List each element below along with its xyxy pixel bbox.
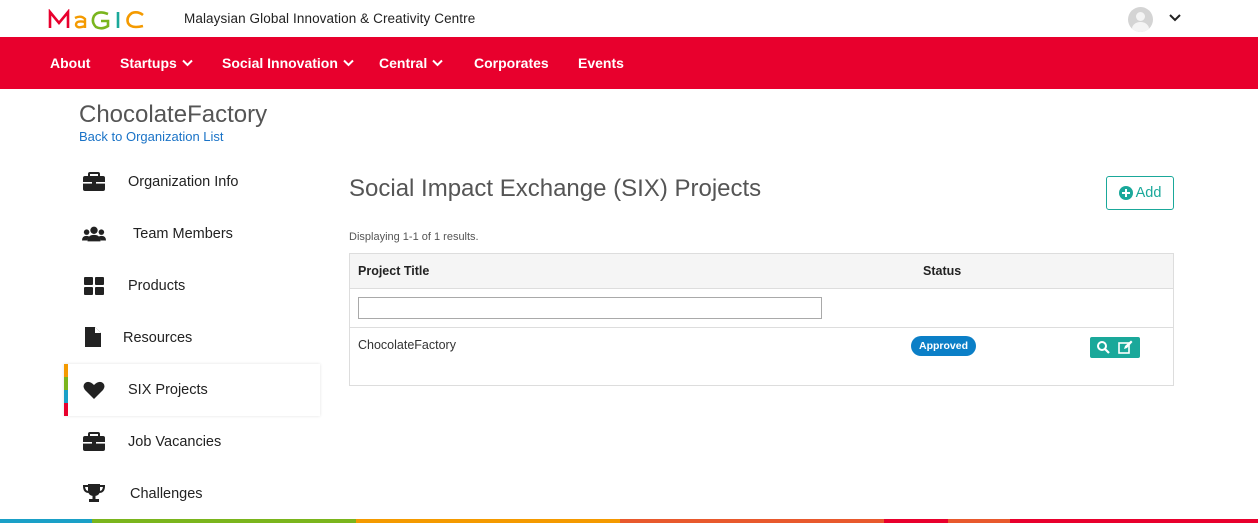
chevron-down-icon bbox=[343, 60, 354, 67]
avatar-body bbox=[1132, 22, 1149, 32]
nav-corporates[interactable]: Corporates bbox=[474, 37, 549, 89]
add-project-button[interactable]: Add bbox=[1106, 176, 1174, 210]
project-title-filter-input[interactable] bbox=[358, 297, 822, 319]
filter-row bbox=[350, 289, 1173, 328]
column-header-status[interactable]: Status bbox=[923, 264, 961, 278]
active-indicator bbox=[64, 364, 68, 416]
nav-events[interactable]: Events bbox=[578, 37, 624, 89]
column-header-project-title[interactable]: Project Title bbox=[358, 264, 429, 278]
users-icon bbox=[82, 226, 106, 242]
briefcase-icon bbox=[83, 432, 105, 451]
magic-logo[interactable] bbox=[48, 9, 168, 31]
chevron-down-icon[interactable] bbox=[1168, 11, 1182, 25]
sidebar-item-label: Products bbox=[128, 278, 186, 294]
plus-circle-icon bbox=[1118, 186, 1133, 200]
org-full-name: Malaysian Global Innovation & Creativity… bbox=[184, 11, 476, 26]
project-title-cell: ChocolateFactory bbox=[358, 338, 456, 352]
trophy-icon bbox=[82, 484, 106, 502]
sidebar-item-challenges[interactable]: Challenges bbox=[64, 468, 320, 520]
sidebar-item-six-projects[interactable]: SIX Projects bbox=[64, 364, 320, 416]
footer-color-stripe bbox=[0, 519, 1258, 523]
row-actions bbox=[1090, 337, 1140, 358]
sidebar-item-job-vacancies[interactable]: Job Vacancies bbox=[64, 416, 320, 468]
nav-central[interactable]: Central bbox=[379, 37, 443, 89]
briefcase-icon bbox=[83, 172, 105, 191]
sidebar-item-resources[interactable]: Resources bbox=[64, 312, 320, 364]
sidebar-item-products[interactable]: Products bbox=[64, 260, 320, 312]
chevron-down-icon bbox=[432, 60, 443, 67]
sidebar-item-label: Organization Info bbox=[128, 174, 239, 190]
grid-icon bbox=[84, 277, 104, 295]
view-search-icon[interactable] bbox=[1096, 340, 1111, 355]
avatar-head bbox=[1136, 12, 1145, 21]
main-nav: About Startups Social Innovation Central… bbox=[0, 37, 1258, 89]
table-row: ChocolateFactory Approved bbox=[350, 328, 1173, 385]
add-button-label: Add bbox=[1135, 185, 1162, 201]
table-header: Project Title Status bbox=[350, 254, 1173, 289]
edit-icon[interactable] bbox=[1118, 340, 1133, 355]
status-badge: Approved bbox=[911, 336, 977, 356]
page-title: Social Impact Exchange (SIX) Projects bbox=[349, 175, 762, 202]
top-bar: Malaysian Global Innovation & Creativity… bbox=[0, 0, 1258, 37]
sidebar-item-organization-info[interactable]: Organization Info bbox=[64, 156, 320, 208]
sidebar-item-label: Team Members bbox=[133, 226, 233, 242]
heart-icon bbox=[83, 381, 105, 399]
file-icon bbox=[85, 327, 101, 347]
nav-social-innovation[interactable]: Social Innovation bbox=[222, 37, 354, 89]
projects-table: Project Title Status ChocolateFactory Ap… bbox=[349, 253, 1174, 386]
sidebar-item-label: SIX Projects bbox=[128, 382, 208, 398]
sidebar-item-label: Challenges bbox=[130, 486, 203, 502]
nav-about[interactable]: About bbox=[50, 37, 90, 89]
back-to-org-list-link[interactable]: Back to Organization List bbox=[79, 129, 224, 144]
results-summary: Displaying 1-1 of 1 results. bbox=[349, 231, 479, 243]
user-avatar[interactable] bbox=[1128, 7, 1153, 32]
sidebar-item-label: Resources bbox=[123, 330, 193, 346]
nav-startups[interactable]: Startups bbox=[120, 37, 193, 89]
chevron-down-icon bbox=[182, 60, 193, 67]
sidebar-item-team-members[interactable]: Team Members bbox=[64, 208, 320, 260]
sidebar-item-label: Job Vacancies bbox=[128, 434, 222, 450]
org-title: ChocolateFactory bbox=[79, 101, 268, 128]
